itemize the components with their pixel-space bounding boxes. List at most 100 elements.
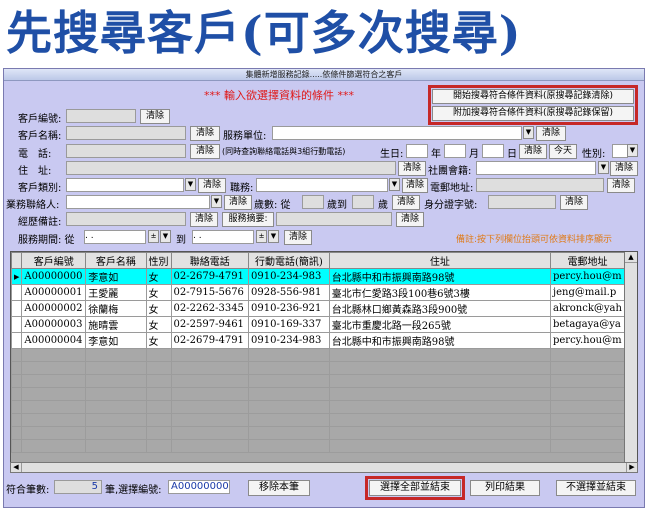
table-cell: A00000001 xyxy=(21,284,87,301)
table-cell: A00000004 xyxy=(21,332,87,349)
empty-row xyxy=(11,387,626,401)
email-label: 電郵地址: xyxy=(430,183,474,194)
gender-dropdown-icon[interactable]: ▼ xyxy=(627,144,638,157)
client-no-input[interactable] xyxy=(66,109,136,123)
contact-select[interactable] xyxy=(66,195,210,209)
id-clear-button[interactable]: 清除 xyxy=(560,195,588,210)
birth-month-input[interactable] xyxy=(444,144,466,158)
scroll-up-icon[interactable]: ▲ xyxy=(625,252,637,263)
criteria-title: *** 輸入欲選擇資料的條件 *** xyxy=(204,89,354,102)
table-row[interactable]: A00000004 李意如 女 02-2679-4791 0910-234-98… xyxy=(11,332,626,349)
service-unit-select[interactable] xyxy=(272,126,522,140)
table-cell: 台北縣林口鄉黃森路3段900號 xyxy=(328,300,551,317)
client-type-dropdown-icon[interactable]: ▼ xyxy=(185,178,196,191)
window-title: 集體新增服務記錄.....依條件篩選符合之客戶 xyxy=(4,69,644,81)
table-cell: betagaya@ya xyxy=(549,316,626,333)
manager-note-clear-button[interactable]: 清除 xyxy=(190,212,218,227)
sort-hint: 備註:按下列欄位抬頭可依資料排序顯示 xyxy=(456,235,613,245)
address-clear-button[interactable]: 清除 xyxy=(398,161,426,176)
table-cell: 女 xyxy=(145,316,172,333)
age-to-input[interactable] xyxy=(352,195,374,209)
search-keep-button[interactable]: 附加搜尋符合條件資料(原搜尋記錄保留) xyxy=(432,106,634,121)
birthday-clear-button[interactable]: 清除 xyxy=(519,144,547,159)
id-input[interactable] xyxy=(488,195,556,209)
cancel-finish-button[interactable]: 不選擇並結束 xyxy=(556,480,636,496)
contact-clear-button[interactable]: 清除 xyxy=(224,195,252,210)
table-cell: 女 xyxy=(145,284,172,301)
service-summary-input[interactable] xyxy=(276,212,392,226)
client-no-clear-button[interactable]: 清除 xyxy=(140,109,170,124)
empty-row xyxy=(11,426,626,440)
search-clear-button[interactable]: 開始搜尋符合條件資料(原搜尋記錄清除) xyxy=(432,89,634,104)
vertical-scrollbar[interactable]: ▲ xyxy=(624,252,637,462)
table-header-row: 客戶編號 客戶名稱 性別 聯絡電話 行動電話(簡訊) 住址 電郵地址 xyxy=(11,252,626,269)
table-cell: akronck@yah xyxy=(549,300,626,317)
table-row[interactable]: ▶ A00000000 李意如 女 02-2679-4791 0910-234-… xyxy=(11,268,626,285)
service-summary-clear-button[interactable]: 清除 xyxy=(396,212,424,227)
scroll-left-icon[interactable]: ◀ xyxy=(11,463,22,472)
col-phone[interactable]: 聯絡電話 xyxy=(170,252,250,269)
table-row[interactable]: A00000003 施晴雲 女 02-2597-9461 0910-169-33… xyxy=(11,316,626,333)
col-address[interactable]: 住址 xyxy=(328,252,551,269)
manager-note-input[interactable] xyxy=(66,212,186,226)
position-clear-button[interactable]: 清除 xyxy=(402,178,428,193)
count-value: 5 xyxy=(54,480,102,494)
table-row[interactable]: A00000001 王愛麗 女 02-7915-5676 0928-556-98… xyxy=(11,284,626,301)
position-select[interactable] xyxy=(256,178,388,192)
client-name-clear-button[interactable]: 清除 xyxy=(190,126,220,141)
table-cell: 李意如 xyxy=(85,332,147,349)
phone-input[interactable] xyxy=(66,144,186,158)
period-to-spin-icon[interactable]: ± xyxy=(256,230,267,243)
gender-label: 性別: xyxy=(582,149,606,160)
service-unit-dropdown-icon[interactable]: ▼ xyxy=(523,126,534,139)
gender-select[interactable] xyxy=(612,144,628,158)
birth-year-input[interactable] xyxy=(406,144,428,158)
service-unit-clear-button[interactable]: 清除 xyxy=(536,126,566,141)
table-cell: jeng@mail.p xyxy=(549,284,626,301)
period-from-spin-icon[interactable]: ± xyxy=(148,230,159,243)
select-all-finish-button[interactable]: 選擇全部並結束 xyxy=(369,480,461,496)
col-client-name[interactable]: 客戶名稱 xyxy=(85,252,147,269)
age-from-input[interactable] xyxy=(302,195,324,209)
age-to-label: 歲到 xyxy=(327,200,347,211)
client-name-input[interactable] xyxy=(66,126,186,140)
client-type-select[interactable] xyxy=(66,178,184,192)
birth-day-input[interactable] xyxy=(482,144,504,158)
table-cell: 李意如 xyxy=(85,268,147,285)
col-gender[interactable]: 性別 xyxy=(145,252,172,269)
remove-row-button[interactable]: 移除本筆 xyxy=(248,480,310,496)
scroll-right-icon[interactable]: ▶ xyxy=(626,463,637,472)
col-mobile[interactable]: 行動電話(簡訊) xyxy=(248,252,330,269)
email-clear-button[interactable]: 清除 xyxy=(607,178,635,193)
horizontal-scrollbar[interactable]: ◀ ▶ xyxy=(10,462,638,473)
community-select[interactable] xyxy=(476,161,596,175)
row-pointer-icon: ▶ xyxy=(11,268,23,285)
age-from-label: 歲數: 從 xyxy=(254,200,291,211)
phone-hint: (同時查詢聯絡電話與3組行動電話) xyxy=(222,147,346,156)
community-clear-button[interactable]: 清除 xyxy=(610,161,638,176)
headline-title: 先搜尋客戶(可多次搜尋) xyxy=(6,6,522,60)
community-dropdown-icon[interactable]: ▼ xyxy=(598,161,609,174)
today-button[interactable]: 今天 xyxy=(549,144,577,159)
client-type-clear-button[interactable]: 清除 xyxy=(198,178,226,193)
address-input[interactable] xyxy=(66,161,396,175)
period-from-input[interactable]: . . xyxy=(84,230,146,244)
email-input[interactable] xyxy=(476,178,604,192)
contact-dropdown-icon[interactable]: ▼ xyxy=(211,195,222,208)
period-to-input[interactable]: . . xyxy=(192,230,254,244)
phone-clear-button[interactable]: 清除 xyxy=(190,144,220,159)
col-email[interactable]: 電郵地址 xyxy=(549,252,626,269)
table-cell: 02-2597-9461 xyxy=(170,316,250,333)
period-clear-button[interactable]: 清除 xyxy=(284,230,312,245)
period-from-dropdown-icon[interactable]: ▼ xyxy=(160,230,171,243)
print-results-button[interactable]: 列印結果 xyxy=(470,480,540,496)
age-clear-button[interactable]: 清除 xyxy=(392,195,420,210)
table-cell: 02-7915-5676 xyxy=(170,284,250,301)
position-dropdown-icon[interactable]: ▼ xyxy=(389,178,400,191)
results-grid[interactable]: 客戶編號 客戶名稱 性別 聯絡電話 行動電話(簡訊) 住址 電郵地址 ▶ A00… xyxy=(10,251,638,473)
empty-row xyxy=(11,361,626,375)
table-row[interactable]: A00000002 徐蘭梅 女 02-2262-3345 0910-236-92… xyxy=(11,300,626,317)
col-client-no[interactable]: 客戶編號 xyxy=(21,252,87,269)
client-no-label: 客戶編號: xyxy=(18,114,62,125)
period-to-dropdown-icon[interactable]: ▼ xyxy=(268,230,279,243)
